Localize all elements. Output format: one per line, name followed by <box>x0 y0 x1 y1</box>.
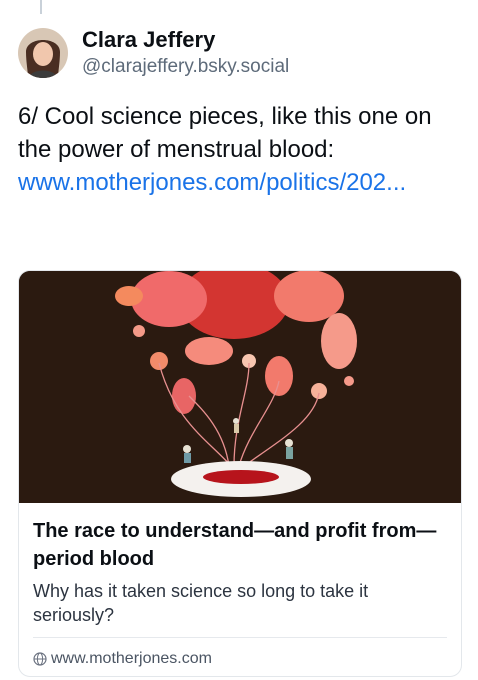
post-link[interactable]: www.motherjones.com/politics/202... <box>18 166 466 199</box>
post-body: 6/ Cool science pieces, like this one on… <box>18 100 466 199</box>
card-description: Why has it taken science so long to take… <box>33 581 369 625</box>
card-body: The race to understand—and profit from—p… <box>19 503 461 668</box>
card-domain-row: www.motherjones.com <box>33 638 447 668</box>
card-image[interactable] <box>19 271 461 503</box>
post-header: Clara Jeffery @clarajeffery.bsky.social <box>18 26 289 80</box>
thread-connector-line <box>40 0 42 14</box>
author-handle[interactable]: @clarajeffery.bsky.social <box>82 54 289 80</box>
card-title[interactable]: The race to understand—and profit from—p… <box>33 517 447 573</box>
post-text: 6/ Cool science pieces, like this one on… <box>18 103 432 163</box>
globe-icon <box>33 652 47 666</box>
author-display-name[interactable]: Clara Jeffery <box>82 26 289 54</box>
link-card[interactable]: The race to understand—and profit from—p… <box>18 270 462 677</box>
author-avatar[interactable] <box>18 28 68 78</box>
card-domain: www.motherjones.com <box>51 650 212 667</box>
author-names: Clara Jeffery @clarajeffery.bsky.social <box>82 26 289 80</box>
